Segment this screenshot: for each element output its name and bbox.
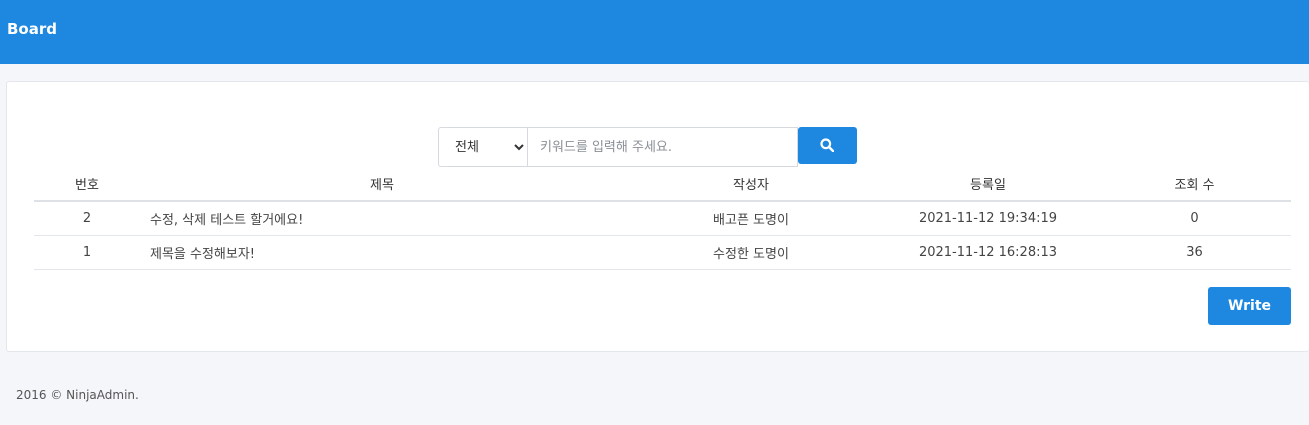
- top-navbar: Board: [0, 0, 1309, 64]
- column-header-title: 제목: [140, 166, 624, 202]
- row-title-link[interactable]: 수정, 삭제 테스트 할거에요!: [140, 201, 624, 236]
- brand-title[interactable]: Board: [7, 20, 57, 38]
- write-button[interactable]: Write: [1208, 287, 1291, 325]
- row-views: 0: [1098, 201, 1291, 236]
- search-category-select[interactable]: 전체: [438, 127, 528, 167]
- footer-copyright: 2016 © NinjaAdmin.: [16, 388, 139, 402]
- row-number: 2: [34, 201, 140, 236]
- row-title-link[interactable]: 제목을 수정해보자!: [140, 235, 624, 270]
- row-number: 1: [34, 235, 140, 270]
- row-date: 2021-11-12 19:34:19: [878, 201, 1098, 236]
- column-header-number: 번호: [34, 166, 140, 202]
- row-date: 2021-11-12 16:28:13: [878, 235, 1098, 270]
- row-views: 36: [1098, 235, 1291, 270]
- search-input[interactable]: [528, 127, 798, 167]
- row-writer: 배고픈 도명이: [624, 201, 878, 236]
- column-header-date: 등록일: [878, 166, 1098, 202]
- row-writer: 수정한 도명이: [624, 235, 878, 270]
- table-row[interactable]: 1 제목을 수정해보자! 수정한 도명이 2021-11-12 16:28:13…: [34, 235, 1291, 270]
- table-header-row: 번호 제목 작성자 등록일 조회 수: [34, 166, 1291, 202]
- search-icon: [820, 138, 834, 152]
- table-row[interactable]: 2 수정, 삭제 테스트 할거에요! 배고픈 도명이 2021-11-12 19…: [34, 201, 1291, 236]
- column-header-writer: 작성자: [624, 166, 878, 202]
- column-header-views: 조회 수: [1098, 166, 1291, 202]
- board-table: 번호 제목 작성자 등록일 조회 수 2 수정, 삭제 테스트 할거에요! 배고…: [34, 166, 1291, 270]
- search-button[interactable]: [798, 127, 857, 164]
